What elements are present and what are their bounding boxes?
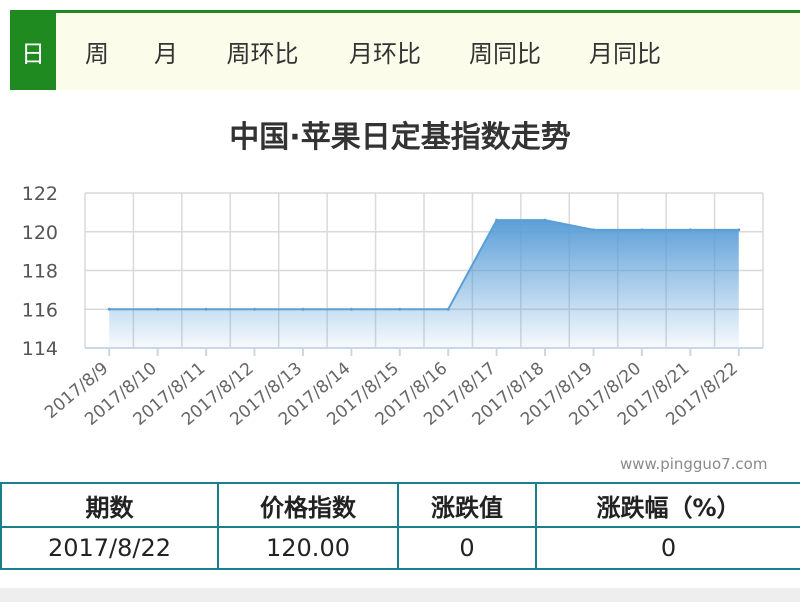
table-row: 2017/8/22 120.00 0 0 — [0, 526, 800, 570]
tab-0[interactable]: 日 — [10, 13, 56, 90]
header-price-index: 价格指数 — [217, 482, 399, 528]
data-point — [592, 228, 595, 232]
y-tick-label: 120 — [22, 222, 58, 244]
chart-title: 中国·苹果日定基指数走势 — [229, 120, 571, 155]
apple-index-chart: 1141161181201222017/8/92017/8/102017/8/1… — [22, 183, 764, 430]
table-header-row: 期数 价格指数 涨跌值 涨跌幅（%） — [0, 482, 800, 528]
data-point — [688, 228, 692, 232]
cell-price-index: 120.00 — [217, 526, 399, 570]
data-point — [156, 307, 160, 311]
cell-period: 2017/8/22 — [0, 526, 219, 570]
data-point — [737, 228, 741, 232]
cell-change-percent: 0 — [535, 526, 800, 570]
y-tick-label: 122 — [22, 183, 58, 205]
header-change-percent: 涨跌幅（%） — [535, 482, 800, 528]
tab-2[interactable]: 月 — [132, 13, 200, 90]
header-period: 期数 — [0, 482, 219, 528]
tab-1[interactable]: 周 — [62, 13, 132, 90]
y-tick-label: 116 — [22, 299, 58, 321]
data-point — [446, 307, 450, 311]
y-tick-label: 114 — [22, 338, 58, 360]
tab-5[interactable]: 周同比 — [445, 13, 565, 90]
data-point — [495, 218, 499, 222]
summary-table: 期数 价格指数 涨跌值 涨跌幅（%） 2017/8/22 120.00 0 0 — [0, 482, 800, 570]
data-point — [543, 218, 547, 222]
cell-change-value: 0 — [397, 526, 537, 570]
y-tick-label: 118 — [22, 261, 58, 283]
bottom-bar — [0, 588, 800, 602]
period-tab-bar: 日周月周环比 月环比 周同比 月同比 — [10, 10, 800, 90]
data-point — [349, 307, 353, 311]
tab-6[interactable]: 月同比 — [565, 13, 685, 90]
data-point — [398, 307, 402, 311]
data-point — [204, 307, 208, 311]
tab-3[interactable]: 周环比 — [200, 13, 325, 90]
data-point — [640, 228, 644, 232]
data-point — [253, 307, 256, 311]
watermark: www.pingguo7.com — [620, 455, 768, 473]
data-point — [301, 307, 305, 311]
header-change-value: 涨跌值 — [397, 482, 537, 528]
tab-4[interactable]: 月环比 — [325, 13, 445, 90]
data-point — [107, 307, 111, 311]
